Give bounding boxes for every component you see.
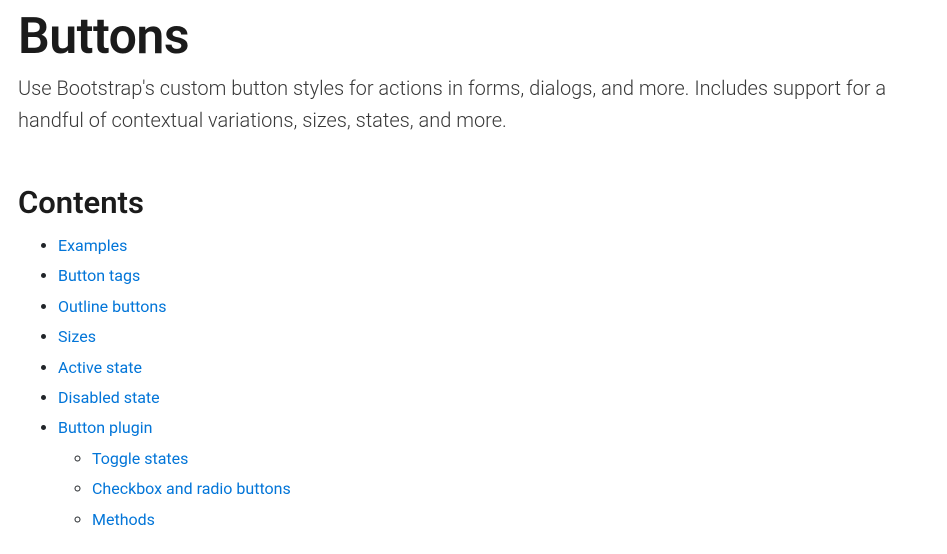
- page-lead: Use Bootstrap's custom button styles for…: [18, 72, 928, 136]
- toc-link-button-tags[interactable]: Button tags: [58, 266, 140, 285]
- toc-item: Disabled state: [58, 383, 929, 413]
- toc-link-toggle-states[interactable]: Toggle states: [92, 449, 188, 468]
- toc-link-button-plugin[interactable]: Button plugin: [58, 418, 152, 437]
- toc-link-sizes[interactable]: Sizes: [58, 327, 96, 346]
- toc-list: Examples Button tags Outline buttons Siz…: [18, 231, 929, 535]
- toc-link-outline-buttons[interactable]: Outline buttons: [58, 297, 166, 316]
- toc-item: Examples: [58, 231, 929, 261]
- toc-item: Toggle states: [92, 444, 929, 474]
- toc-link-examples[interactable]: Examples: [58, 236, 127, 255]
- toc-link-disabled-state[interactable]: Disabled state: [58, 388, 160, 407]
- toc-item: Sizes: [58, 322, 929, 352]
- page-title: Buttons: [18, 8, 929, 66]
- toc-item: Active state: [58, 353, 929, 383]
- toc-item: Outline buttons: [58, 292, 929, 322]
- toc-item: Button tags: [58, 261, 929, 291]
- toc-sublist: Toggle states Checkbox and radio buttons…: [58, 444, 929, 535]
- contents-heading: Contents: [18, 184, 929, 221]
- toc-item: Checkbox and radio buttons: [92, 474, 929, 504]
- toc-link-methods[interactable]: Methods: [92, 510, 155, 529]
- toc-item: Methods: [92, 505, 929, 535]
- toc-link-checkbox-radio[interactable]: Checkbox and radio buttons: [92, 479, 291, 498]
- toc-link-active-state[interactable]: Active state: [58, 358, 142, 377]
- toc-item: Button plugin Toggle states Checkbox and…: [58, 413, 929, 535]
